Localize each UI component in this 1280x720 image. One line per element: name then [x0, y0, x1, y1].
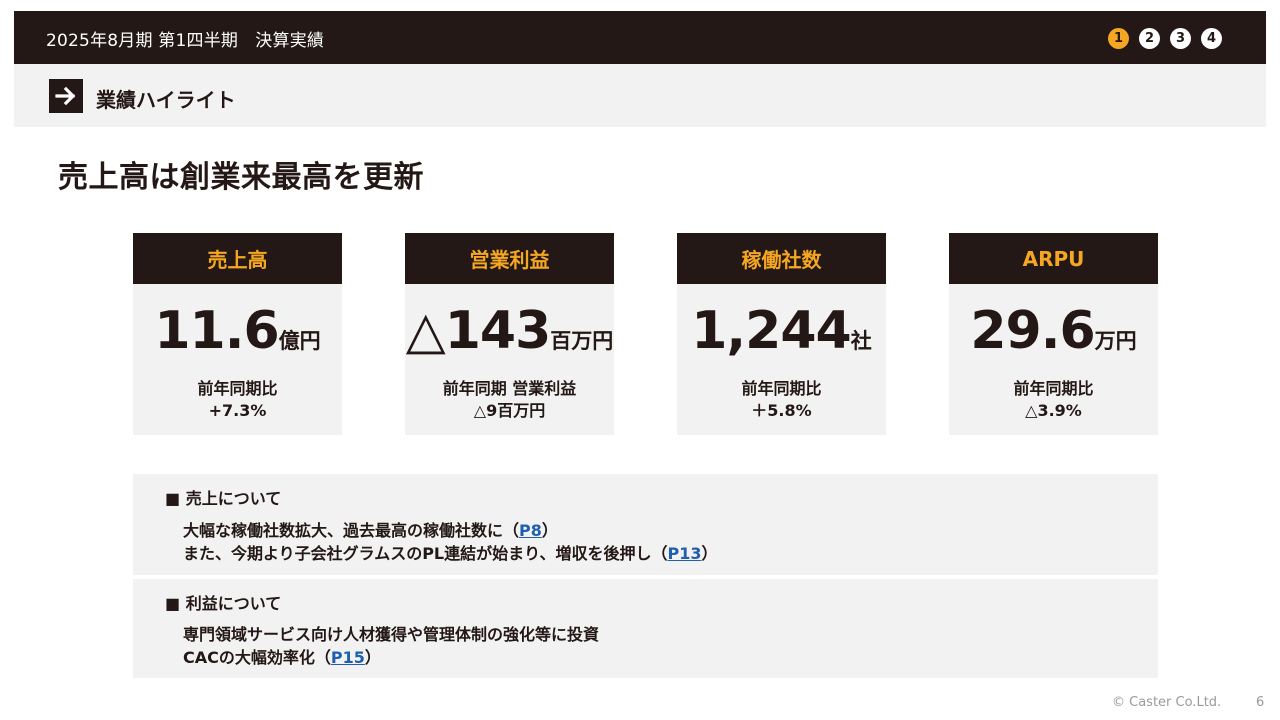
page-dot-2[interactable]: 2 [1139, 28, 1160, 49]
kpi-comparison-value: △3.9% [1025, 401, 1082, 420]
profit-notes-panel: ■ 利益について 専門領域サービス向け人材獲得や管理体制の強化等に投資 CACの… [133, 579, 1158, 678]
kpi-unit: 万円 [1094, 329, 1137, 353]
kpi-label: 売上高 [133, 233, 342, 284]
kpi-unit: 社 [850, 329, 872, 353]
kpi-comparison-value: △9百万円 [473, 401, 546, 420]
page-reference-link[interactable]: P13 [667, 544, 701, 563]
note-text: CACの大幅効率化（ [183, 648, 331, 667]
sales-note-line-1: 大幅な稼働社数拡大、過去最高の稼働社数に（P8） [183, 517, 558, 541]
page-indicator: 1 2 3 4 [1108, 28, 1222, 49]
note-text: 専門領域サービス向け人材獲得や管理体制の強化等に投資 [183, 625, 600, 644]
page-dot-3[interactable]: 3 [1170, 28, 1191, 49]
kpi-number: 1,244 [691, 301, 851, 361]
kpi-comparison-label: 前年同期比 [741, 379, 822, 398]
page-reference-link[interactable]: P8 [519, 521, 542, 540]
kpi-comparison-label: 前年同期比 [197, 379, 278, 398]
profit-notes-heading: ■ 利益について [165, 594, 282, 613]
kpi-comparison: 前年同期比 +7.3% [133, 378, 342, 422]
kpi-card-sales: 売上高 11.6億円 前年同期比 +7.3% [133, 233, 342, 435]
kpi-number: △143 [405, 301, 552, 361]
copyright: © Caster Co.Ltd. [1112, 695, 1222, 710]
kpi-comparison: 前年同期 営業利益 △9百万円 [405, 378, 614, 422]
page-number: 6 [1256, 695, 1265, 710]
kpi-number: 11.6 [154, 301, 279, 361]
sales-notes-panel: ■ 売上について 大幅な稼働社数拡大、過去最高の稼働社数に（P8） また、今期よ… [133, 474, 1158, 575]
top-header-bar: 2025年8月期 第1四半期 決算実績 1 2 3 4 [14, 11, 1266, 64]
section-title: 業績ハイライト [96, 88, 236, 112]
page-dot-1[interactable]: 1 [1108, 28, 1129, 49]
sales-notes-heading: ■ 売上について [165, 489, 282, 508]
profit-note-line-2: CACの大幅効率化（P15） [183, 644, 381, 668]
kpi-card-arpu: ARPU 29.6万円 前年同期比 △3.9% [949, 233, 1158, 435]
kpi-comparison-label: 前年同期比 [1013, 379, 1094, 398]
deck-title: 2025年8月期 第1四半期 決算実績 [46, 31, 325, 51]
kpi-label: 稼働社数 [677, 233, 886, 284]
note-text: ） [701, 544, 718, 563]
kpi-unit: 億円 [278, 329, 321, 353]
page-headline: 売上高は創業来最高を更新 [58, 160, 424, 195]
kpi-comparison: 前年同期比 △3.9% [949, 378, 1158, 422]
note-text: ） [364, 648, 381, 667]
kpi-card-operating-profit: 営業利益 △143百万円 前年同期 営業利益 △9百万円 [405, 233, 614, 435]
note-text: また、今期より子会社グラムスのPL連結が始まり、増収を後押し（ [183, 544, 668, 563]
kpi-comparison-label: 前年同期 営業利益 [442, 379, 577, 398]
page-reference-link[interactable]: P15 [331, 648, 365, 667]
kpi-value: 29.6万円 [949, 301, 1158, 361]
page-dot-4[interactable]: 4 [1201, 28, 1222, 49]
kpi-value: 11.6億円 [133, 301, 342, 361]
kpi-unit: 百万円 [550, 329, 614, 353]
kpi-value: △143百万円 [405, 301, 614, 361]
profit-note-line-1: 専門領域サービス向け人材獲得や管理体制の強化等に投資 [183, 621, 599, 645]
note-text: 大幅な稼働社数拡大、過去最高の稼働社数に（ [183, 521, 520, 540]
arrow-right-icon [49, 79, 83, 113]
kpi-value: 1,244社 [677, 301, 886, 361]
kpi-number: 29.6 [970, 301, 1095, 361]
note-text: ） [541, 521, 558, 540]
kpi-label: 営業利益 [405, 233, 614, 284]
kpi-card-active-companies: 稼働社数 1,244社 前年同期比 ＋5.8% [677, 233, 886, 435]
kpi-comparison-value: +7.3% [208, 401, 267, 420]
kpi-comparison-value: ＋5.8% [751, 401, 812, 420]
sales-note-line-2: また、今期より子会社グラムスのPL連結が始まり、増収を後押し（P13） [183, 540, 718, 564]
section-bar: 業績ハイライト [14, 64, 1266, 127]
kpi-label: ARPU [949, 233, 1158, 284]
kpi-comparison: 前年同期比 ＋5.8% [677, 378, 886, 422]
